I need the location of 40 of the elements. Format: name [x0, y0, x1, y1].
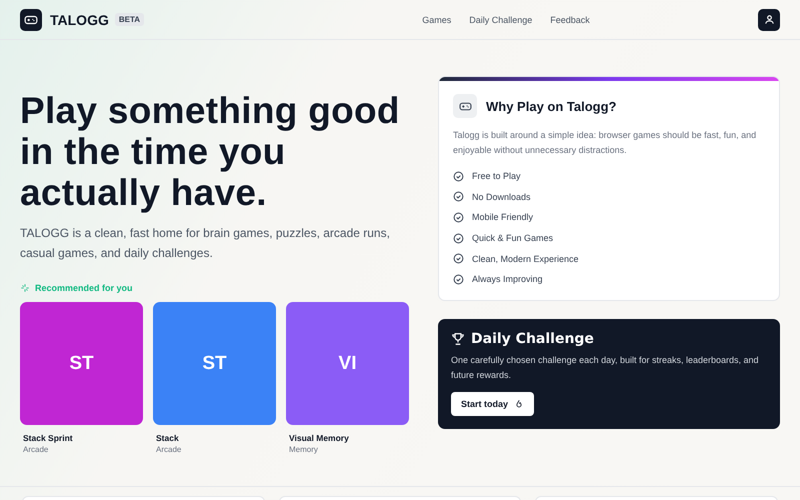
game-title[interactable]: Stack [156, 433, 276, 443]
game-tile[interactable]: ST [20, 302, 143, 425]
beta-badge: BETA [114, 13, 144, 26]
game-category: Memory [289, 445, 319, 454]
game-category: Arcade [23, 445, 50, 454]
feature-item: Quick & Fun Games [472, 233, 554, 244]
game-title[interactable]: Visual Memory [289, 433, 409, 443]
nav-link[interactable]: Games [422, 14, 452, 24]
hero-intro: TALOGG is a clean, fast home for brain games, puzzles, arcade runs, casual games, and daily challenges. [20, 225, 391, 262]
flame-icon [514, 398, 524, 409]
check-circle-icon [453, 170, 464, 182]
game-tile[interactable]: ST [153, 302, 276, 425]
nav-link[interactable]: Daily Challenge [469, 14, 532, 24]
trophy-icon [451, 332, 465, 346]
feature-item: Mobile Friendly [472, 212, 534, 222]
gamepad-logo-icon[interactable] [20, 8, 42, 30]
sparkle-icon [20, 283, 30, 293]
user-icon[interactable] [758, 8, 780, 30]
check-circle-icon [453, 191, 464, 202]
section-label: Recommended for you [35, 283, 133, 293]
check-circle-icon [453, 232, 464, 244]
check-circle-icon [453, 212, 464, 223]
gamepad-icon [453, 94, 477, 118]
game-tile[interactable]: VI [286, 302, 409, 425]
feature-item: Clean, Modern Experience [472, 254, 579, 264]
feature-item: Always Improving [472, 274, 543, 284]
hero-headline: Play something good in the time you actually have. [20, 90, 401, 213]
game-title[interactable]: Stack Sprint [23, 433, 143, 443]
game-category: Arcade [156, 445, 182, 454]
feature-item: Free to Play [472, 171, 521, 182]
nav-link[interactable]: Feedback [550, 14, 590, 24]
challenge-title: Daily Challenge [471, 330, 594, 347]
start-button[interactable]: Start today [451, 392, 534, 416]
card-title: Why Play on Talogg? [486, 98, 616, 114]
challenge-description: One carefully chosen challenge each day, built for streaks, leaderboards, and future rewards. [451, 354, 760, 382]
card-description: Talogg is built around a simple idea: browser games should be fast, fun, and enjoyable without unnecessary distractions. [453, 129, 758, 157]
feature-item: No Downloads [472, 192, 531, 202]
check-circle-icon [453, 253, 464, 264]
check-circle-icon [453, 274, 464, 285]
brand-name: TALOGG [50, 12, 109, 28]
